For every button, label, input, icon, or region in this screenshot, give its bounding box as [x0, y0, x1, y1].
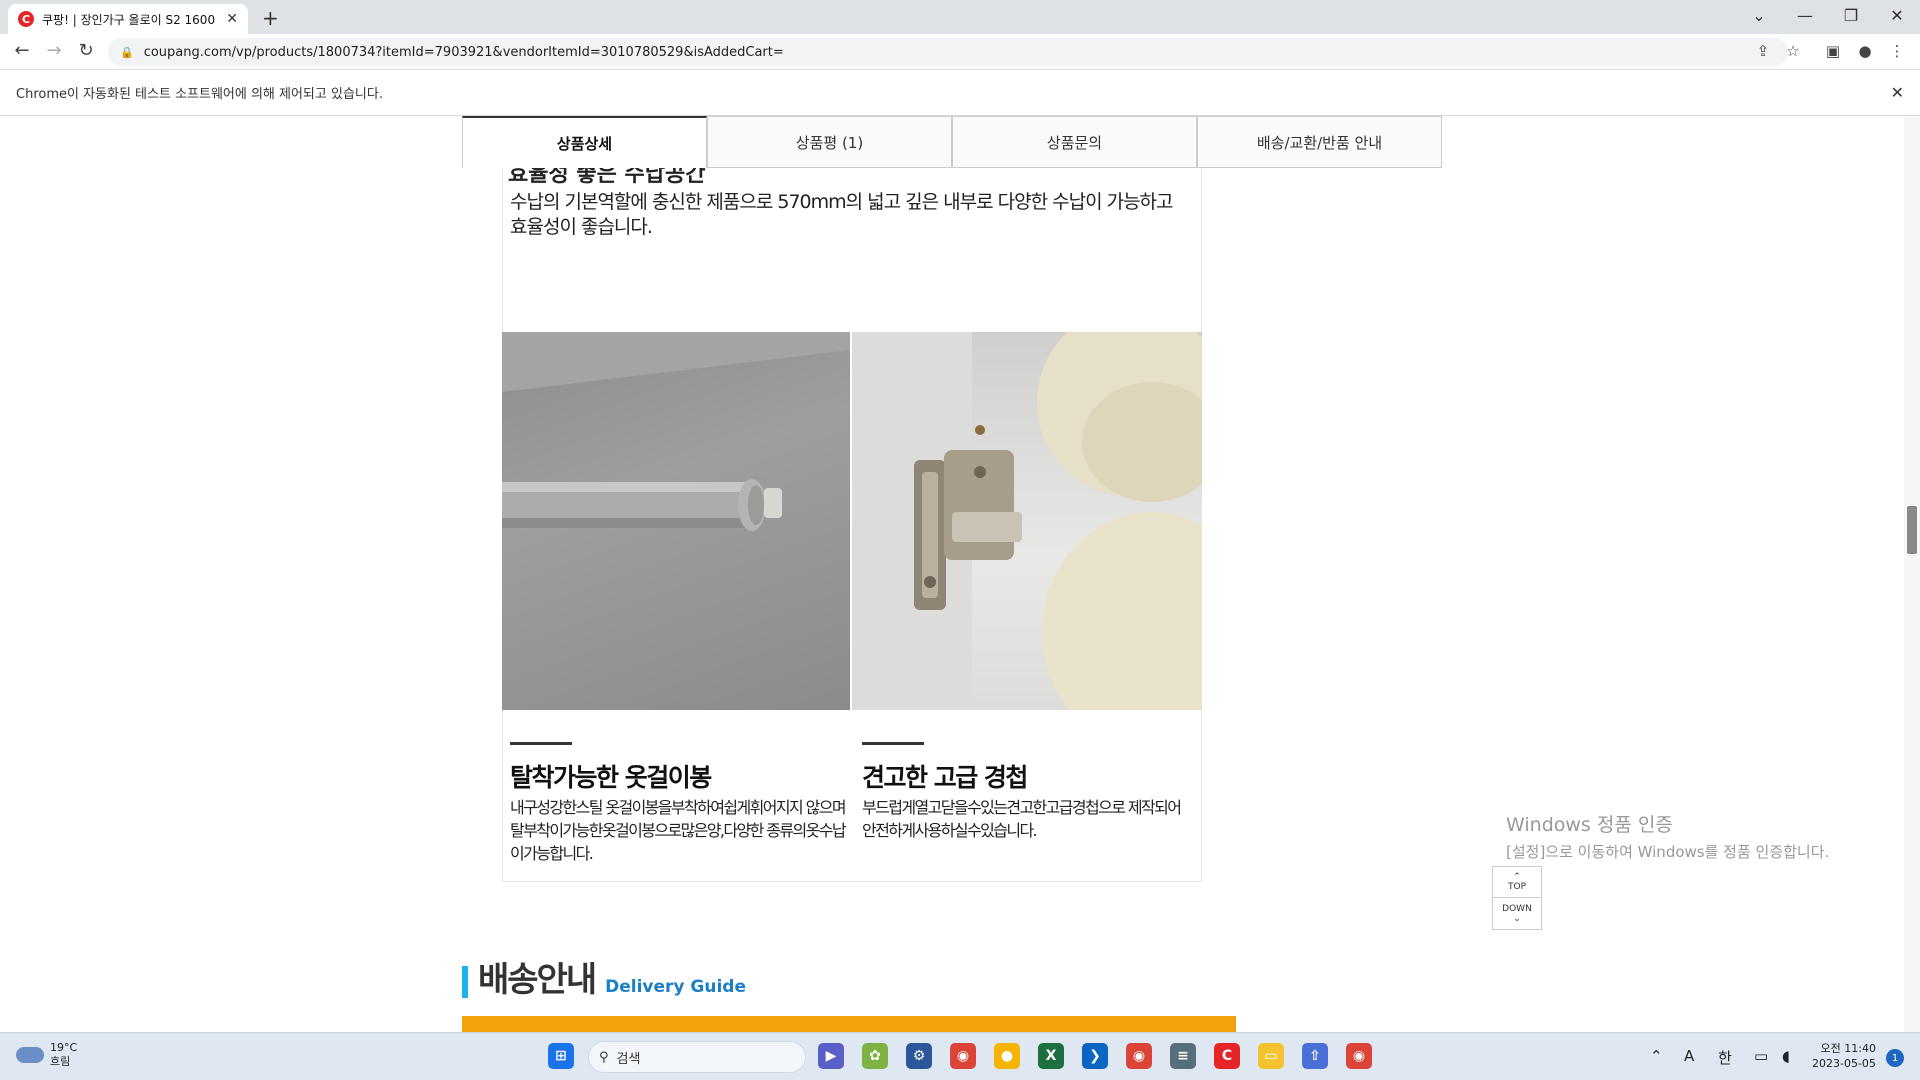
windows-activation-watermark: Windows 정품 인증 [설정]으로 이동하여 Windows를 정품 인증… [1506, 810, 1829, 862]
windows-taskbar: 19°C 흐림 ⊞ ⚲ 검색 ▶ ✿ ⚙ ◉ ● X ❯ ◉ ≡ C ▭ ⇧ ◉… [0, 1032, 1920, 1080]
hinge-image [852, 332, 1202, 710]
page-scrollbar[interactable] [1904, 116, 1920, 1032]
top-label: TOP [1507, 882, 1526, 892]
tab-close-icon[interactable]: ✕ [226, 11, 238, 27]
clock-time: 오전 11:40 [1820, 1042, 1876, 1055]
photos-icon[interactable]: ✿ [862, 1043, 888, 1069]
top-down-scroller: ⌃ TOP DOWN ⌄ [1492, 866, 1542, 930]
minimize-icon[interactable]: — [1790, 6, 1820, 25]
taskbar-search[interactable]: ⚲ 검색 [588, 1041, 806, 1073]
down-label: DOWN [1502, 903, 1532, 914]
coupang-app-icon[interactable]: C [1214, 1043, 1240, 1069]
side-panel-icon[interactable]: ▣ [1822, 42, 1844, 60]
restore-icon[interactable]: ❐ [1836, 6, 1866, 25]
browser-tab[interactable]: C 쿠팡! | 장인가구 올로이 S2 1600 ✕ [8, 4, 248, 34]
tab-title: 쿠팡! | 장인가구 올로이 S2 1600 [42, 12, 216, 27]
cloud-icon [16, 1047, 44, 1063]
chat-icon[interactable]: ● [994, 1043, 1020, 1069]
reload-icon[interactable]: ↻ [74, 40, 98, 61]
notepad-icon[interactable]: ≡ [1170, 1043, 1196, 1069]
tab-product-detail[interactable]: 상품상세 [462, 116, 707, 168]
page-content: 효율성 좋은 수납공간 상품상세 상품평 (1) 상품문의 배송/교환/반품 안… [0, 116, 1920, 1032]
excel-icon[interactable]: X [1038, 1043, 1064, 1069]
tray-overflow-chevron-icon[interactable]: ⌃ [1650, 1047, 1663, 1065]
feature-desc-hinge: 부드럽게열고닫을수있는견고한고급경첩으로 제작되어안전하게사용하실수있습니다. [862, 798, 1182, 840]
chrome-menu-icon[interactable]: ⋮ [1886, 42, 1908, 60]
url-text[interactable]: coupang.com/vp/products/1800734?itemId=7… [144, 45, 784, 60]
settings-gear-icon[interactable]: ⚙ [906, 1043, 932, 1069]
infobar-close-icon[interactable]: ✕ [1891, 83, 1904, 102]
browser-toolbar: ← → ↻ 🔒 coupang.com/vp/products/1800734?… [0, 34, 1920, 70]
window-close-icon[interactable]: ✕ [1882, 6, 1912, 25]
forward-icon[interactable]: → [42, 40, 66, 61]
watermark-title: Windows 정품 인증 [1506, 814, 1673, 836]
feature-desc-rod: 내구성강한스틸 옷걸이봉을부착하여쉽게휘어지지 않으며탈부착이가능한옷걸이봉으로… [510, 798, 847, 863]
weather-temp: 19°C [50, 1041, 78, 1054]
arrow-up-icon: ⌃ [1513, 872, 1521, 882]
ime-mode-han[interactable]: 한 [1718, 1047, 1732, 1068]
infobar-text: Chrome이 자동화된 테스트 소프트웨어에 의해 제어되고 있습니다. [16, 87, 383, 102]
tab-reviews[interactable]: 상품평 (1) [707, 116, 952, 168]
automation-infobar: Chrome이 자동화된 테스트 소프트웨어에 의해 제어되고 있습니다. ✕ [0, 70, 1920, 116]
arrow-down-icon: ⌄ [1513, 913, 1521, 924]
chrome-active-icon[interactable]: ◉ [1346, 1043, 1372, 1069]
feature-title-hinge: 견고한 고급 경첩 [862, 763, 1028, 792]
feature-divider [510, 742, 572, 745]
address-bar[interactable]: 🔒 coupang.com/vp/products/1800734?itemId… [108, 38, 1788, 66]
coupang-favicon-icon: C [18, 11, 34, 27]
vscode-icon[interactable]: ❯ [1082, 1043, 1108, 1069]
share-icon[interactable]: ⇪ [1752, 42, 1774, 60]
tab-inquiry[interactable]: 상품문의 [952, 116, 1197, 168]
app-icon[interactable]: ⇧ [1302, 1043, 1328, 1069]
taskbar-clock[interactable]: 오전 11:40 2023-05-05 [1812, 1041, 1876, 1071]
volume-icon[interactable]: ◖ [1782, 1047, 1790, 1065]
start-windows-icon[interactable]: ⊞ [548, 1043, 574, 1069]
search-placeholder: 검색 [616, 1051, 641, 1067]
delivery-title-en: Delivery Guide [605, 977, 746, 997]
delivery-banner-bar [462, 1016, 1236, 1032]
watermark-subtitle: [설정]으로 이동하여 Windows를 정품 인증합니다. [1506, 843, 1830, 861]
weather-widget[interactable]: 19°C 흐림 [16, 1041, 77, 1069]
notification-badge[interactable]: 1 [1886, 1049, 1904, 1067]
back-icon[interactable]: ← [10, 40, 34, 61]
product-tabs: 상품상세 상품평 (1) 상품문의 배송/교환/반품 안내 [462, 116, 1442, 168]
chrome-icon[interactable]: ◉ [950, 1043, 976, 1069]
ime-mode-a[interactable]: A [1684, 1047, 1694, 1065]
delivery-guide-heading: 배송안내 Delivery Guide [462, 962, 746, 998]
intro-text: 수납의 기본역할에 충신한 제품으로 570mm의 넓고 깊은 내부로 다양한 … [510, 191, 1174, 238]
clock-date: 2023-05-05 [1812, 1057, 1876, 1070]
tab-search-chevron-icon[interactable]: ⌄ [1744, 6, 1774, 25]
hanger-rod-image [502, 332, 850, 710]
file-explorer-icon[interactable]: ▭ [1258, 1043, 1284, 1069]
new-tab-icon[interactable]: + [262, 6, 279, 30]
search-icon: ⚲ [599, 1049, 609, 1065]
profile-avatar-icon[interactable]: ● [1854, 42, 1876, 60]
browser-tab-strip: C 쿠팡! | 장인가구 올로이 S2 1600 ✕ + ⌄ — ❐ ✕ [0, 0, 1920, 34]
lock-icon: 🔒 [120, 45, 134, 59]
network-icon[interactable]: ▭ [1754, 1047, 1768, 1065]
scroll-top-button[interactable]: ⌃ TOP [1493, 867, 1541, 898]
feature-divider [862, 742, 924, 745]
heading-accent-bar [462, 966, 468, 998]
scrollbar-thumb[interactable] [1907, 506, 1917, 554]
chrome-icon[interactable]: ◉ [1126, 1043, 1152, 1069]
feature-title-rod: 탈착가능한 옷걸이봉 [510, 763, 712, 792]
bookmark-star-icon[interactable]: ☆ [1782, 42, 1804, 60]
delivery-title-ko: 배송안내 [478, 960, 597, 1000]
weather-desc: 흐림 [50, 1055, 71, 1068]
scroll-down-button[interactable]: DOWN ⌄ [1493, 898, 1541, 929]
tab-shipping-returns[interactable]: 배송/교환/반품 안내 [1197, 116, 1442, 168]
teams-icon[interactable]: ▶ [818, 1043, 844, 1069]
